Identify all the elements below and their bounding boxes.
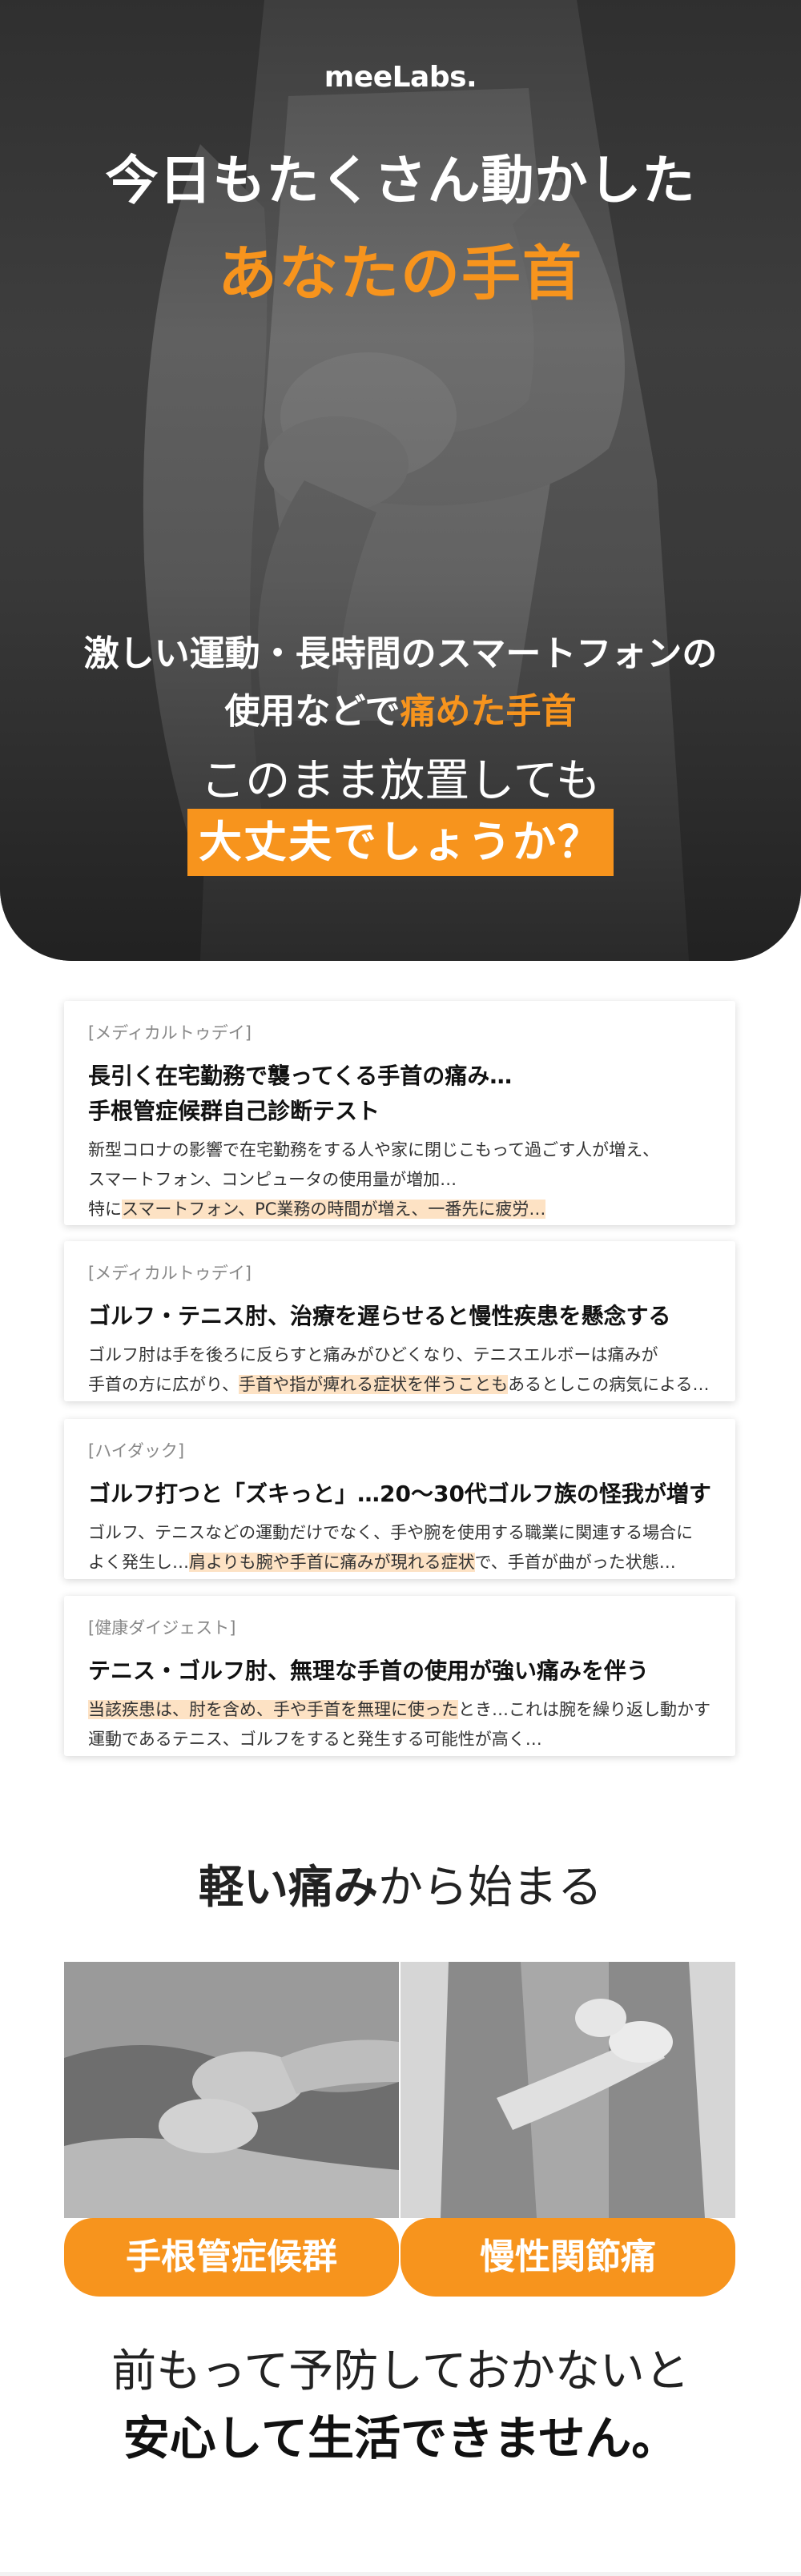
hero-question-line1: このまま放置しても bbox=[200, 755, 601, 807]
news-card[interactable]: [メディカルトゥデイ] 長引く在宅勤務で襲ってくる手首の痛み… 手根管症候群自己… bbox=[64, 1001, 735, 1225]
news-body-prefix: 手首の方に広がり、 bbox=[88, 1375, 239, 1394]
news-source: [メディカルトゥデイ] bbox=[88, 1023, 252, 1043]
pain-card-chronic-joint-pain: 慢性関節痛 bbox=[400, 1962, 735, 2297]
bottom-divider bbox=[0, 2572, 801, 2576]
news-body-line: 特にスマートフォン、PC業務の時間が増え、一番先に疲労… bbox=[88, 1195, 711, 1224]
hero-subtext-highlight: 痛めた手首 bbox=[400, 691, 577, 732]
hero-subtext-line2: 使用などで痛めた手首 bbox=[0, 682, 801, 733]
news-title: テニス・ゴルフ肘、無理な手首の使用が強い痛みを伴う bbox=[88, 1658, 650, 1684]
news-body-line: 当該疾患は、肘を含め、手や手首を無理に使ったとき…これは腕を繰り返し動かす bbox=[88, 1695, 711, 1725]
pain-label: 慢性関節痛 bbox=[400, 2218, 735, 2297]
pain-heading-bold: 軽い痛み bbox=[199, 1862, 378, 1914]
news-body-highlight: 肩よりも腕や手首に痛みが現れる症状 bbox=[189, 1553, 475, 1572]
news-body-line: ゴルフ、テニスなどの運動だけでなく、手や腕を使用する職業に関連する場合に bbox=[88, 1523, 694, 1542]
news-body-suffix: で、手首が曲がった状態… bbox=[474, 1553, 676, 1572]
news-source: [ハイダック] bbox=[88, 1441, 185, 1461]
landing-page: meeLabs. 今日もたくさん動かした あなたの手首 激しい運動・長時間のスマ… bbox=[0, 0, 801, 2576]
news-title: ゴルフ打つと「ズキっと」…20～30代ゴルフ族の怪我が増す bbox=[88, 1481, 711, 1507]
news-body-line: スマートフォン、コンピュータの使用量が増加… bbox=[88, 1170, 457, 1189]
pain-heading-rest: から始まる bbox=[378, 1862, 602, 1914]
news-body-suffix: あるとしこの病気による… bbox=[508, 1375, 710, 1394]
news-body-highlight: スマートフォン、PC業務の時間が増え、一番先に疲労… bbox=[122, 1200, 546, 1219]
news-body: 新型コロナの影響で在宅勤務をする人や家に閉じこもって過ごす人が増え、 スマートフ… bbox=[88, 1135, 711, 1224]
news-body-highlight: 手首や指が痺れる症状を伴うことも bbox=[239, 1375, 509, 1394]
news-body: ゴルフ、テニスなどの運動だけでなく、手や腕を使用する職業に関連する場合に よく発… bbox=[88, 1518, 711, 1577]
pain-section-heading: 軽い痛みから始まる bbox=[0, 1851, 801, 1916]
pain-label: 手根管症候群 bbox=[64, 2218, 399, 2297]
news-source: [健康ダイジェスト] bbox=[88, 1618, 236, 1638]
news-body-highlight: 当該疾患は、肘を含め、手や手首を無理に使った bbox=[88, 1700, 458, 1719]
news-body-prefix: よく発生し… bbox=[88, 1553, 189, 1572]
news-body-line: 新型コロナの影響で在宅勤務をする人や家に閉じこもって過ごす人が増え、 bbox=[88, 1140, 660, 1159]
news-card[interactable]: [メディカルトゥデイ] ゴルフ・テニス肘、治療を遅らせると慢性疾患を懸念する ゴ… bbox=[64, 1241, 735, 1401]
news-body-line: ゴルフ肘は手を後ろに反らすと痛みがひどくなり、テニスエルボーは痛みが bbox=[88, 1345, 658, 1364]
hero-subtext-line2-prefix: 使用などで bbox=[224, 691, 400, 732]
news-body-line: 運動であるテニス、ゴルフをすると発生する可能性が高く… bbox=[88, 1730, 542, 1749]
hero-headline-line2: あなたの手首 bbox=[218, 239, 583, 308]
brand-logo[interactable]: meeLabs. bbox=[0, 61, 801, 94]
news-title: 長引く在宅勤務で襲ってくる手首の痛み… bbox=[88, 1063, 513, 1089]
news-title: ゴルフ・テニス肘、治療を遅らせると慢性疾患を懸念する bbox=[88, 1303, 671, 1329]
hero-subtext-line1: 激しい運動・長時間のスマートフォンの bbox=[83, 633, 718, 674]
hero-headline-line1: 今日もたくさん動かした bbox=[105, 150, 696, 211]
news-body: ゴルフ肘は手を後ろに反らすと痛みがひどくなり、テニスエルボーは痛みが 手首の方に… bbox=[88, 1340, 711, 1400]
news-body: 当該疾患は、肘を含め、手や手首を無理に使ったとき…これは腕を繰り返し動かす 運動… bbox=[88, 1695, 711, 1754]
news-body-line: よく発生し…肩よりも腕や手首に痛みが現れる症状で、手首が曲がった状態… bbox=[88, 1548, 711, 1577]
closing-line2: 安心して生活できません。 bbox=[123, 2411, 678, 2465]
news-body-line: 手首の方に広がり、手首や指が痺れる症状を伴うこともあるとしこの病気による… bbox=[88, 1370, 711, 1400]
hero-section: meeLabs. 今日もたくさん動かした あなたの手首 激しい運動・長時間のスマ… bbox=[0, 0, 801, 961]
news-card[interactable]: [健康ダイジェスト] テニス・ゴルフ肘、無理な手首の使用が強い痛みを伴う 当該疾… bbox=[64, 1596, 735, 1756]
news-title-line2: 手根管症候群自己診断テスト bbox=[88, 1098, 380, 1124]
news-card[interactable]: [ハイダック] ゴルフ打つと「ズキっと」…20～30代ゴルフ族の怪我が増す ゴル… bbox=[64, 1419, 735, 1579]
news-source: [メディカルトゥデイ] bbox=[88, 1264, 252, 1283]
elbow-pain-photo bbox=[400, 1962, 735, 2218]
closing-line1: 前もって予防しておかないと bbox=[111, 2345, 690, 2397]
pain-card-carpal-tunnel: 手根管症候群 bbox=[64, 1962, 399, 2297]
wrist-pain-photo bbox=[64, 1962, 399, 2218]
news-body-suffix: とき…これは腕を繰り返し動かす bbox=[458, 1700, 710, 1719]
news-body-prefix: 特に bbox=[88, 1200, 122, 1219]
hero-question-badge: 大丈夫でしょうか？ bbox=[187, 809, 614, 876]
